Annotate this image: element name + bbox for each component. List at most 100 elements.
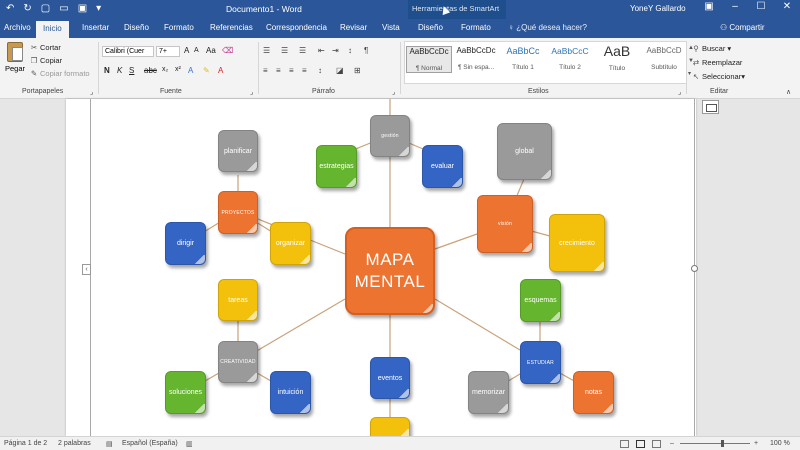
- language-indicator[interactable]: Español (España): [122, 440, 178, 447]
- font-color-icon[interactable]: A: [218, 66, 223, 75]
- style-title[interactable]: AaB Título: [594, 43, 640, 72]
- paste-button[interactable]: Pegar: [4, 42, 26, 73]
- grow-font-icon[interactable]: A: [184, 46, 189, 55]
- new-document-icon[interactable]: ▢: [41, 3, 50, 14]
- tab-revisar[interactable]: Revisar: [340, 23, 367, 32]
- cut-button[interactable]: ✂ Cortar: [30, 43, 61, 52]
- font-size-combo[interactable]: 7+: [156, 46, 180, 57]
- node-proyectos[interactable]: PROYECTOS: [218, 191, 258, 234]
- text-effects-icon[interactable]: A: [188, 66, 193, 75]
- clear-formatting-icon[interactable]: ⌫: [222, 46, 233, 55]
- strikethrough-icon[interactable]: abc: [144, 66, 157, 75]
- underline-icon[interactable]: S: [129, 66, 134, 75]
- share-button[interactable]: ⚇ Compartir: [720, 23, 765, 32]
- highlight-icon[interactable]: ✎: [203, 66, 210, 75]
- line-spacing-icon[interactable]: ↕: [318, 66, 322, 75]
- decrease-indent-icon[interactable]: ⇤: [318, 46, 325, 55]
- tab-inicio[interactable]: Inicio: [36, 21, 69, 38]
- borders-icon[interactable]: ⊞: [354, 66, 361, 75]
- close-icon[interactable]: ✕: [774, 1, 800, 12]
- bold-icon[interactable]: N: [104, 66, 110, 75]
- tab-archivo[interactable]: Archivo: [4, 23, 31, 32]
- tab-formato[interactable]: Formato: [164, 23, 194, 32]
- numbering-icon[interactable]: ☰: [281, 46, 288, 55]
- tab-smartart-formato[interactable]: Formato: [461, 23, 491, 32]
- show-formatting-icon[interactable]: ¶: [364, 46, 368, 55]
- align-right-icon[interactable]: ≡: [289, 66, 294, 75]
- copy-button[interactable]: ❐ Copiar: [30, 56, 62, 65]
- node-notas[interactable]: notas: [573, 371, 614, 414]
- node-estudiar[interactable]: ESTUDIAR: [520, 341, 561, 384]
- tab-smartart-diseno[interactable]: Diseño: [418, 23, 443, 32]
- zoom-slider[interactable]: [680, 443, 750, 444]
- node-memorizar[interactable]: memorizar: [468, 371, 509, 414]
- zoom-in-icon[interactable]: +: [754, 440, 758, 447]
- font-name-combo[interactable]: Calibri (Cuer: [102, 46, 154, 57]
- undo-icon[interactable]: ↶: [6, 3, 14, 14]
- tab-diseno[interactable]: Diseño: [124, 23, 149, 32]
- bullets-icon[interactable]: ☰: [263, 46, 270, 55]
- change-case-icon[interactable]: Aa: [206, 46, 216, 55]
- node-tareas[interactable]: tareas: [218, 279, 258, 321]
- layout-options-icon[interactable]: [702, 100, 719, 114]
- mindmap-center[interactable]: MAPA MENTAL: [345, 227, 435, 315]
- node-intuicion[interactable]: intuición: [270, 371, 311, 414]
- tell-me-box[interactable]: ♀ ¿Qué desea hacer?: [508, 23, 587, 32]
- tab-correspondencia[interactable]: Correspondencia: [266, 23, 327, 32]
- shading-icon[interactable]: ◪: [336, 66, 344, 75]
- zoom-level[interactable]: 100 %: [770, 440, 790, 447]
- node-dirigir[interactable]: dirigir: [165, 222, 206, 265]
- node-vision[interactable]: visión: [477, 195, 533, 253]
- maximize-icon[interactable]: ☐: [748, 1, 774, 12]
- macro-icon[interactable]: ▥: [186, 440, 193, 448]
- collapse-ribbon-icon[interactable]: ∧: [786, 88, 791, 96]
- open-folder-icon[interactable]: ▭: [59, 3, 68, 14]
- node-estrategias[interactable]: estrategias: [316, 145, 357, 188]
- save-icon[interactable]: ▣: [78, 3, 87, 14]
- zoom-slider-thumb[interactable]: [721, 440, 724, 447]
- read-mode-icon[interactable]: [620, 440, 629, 448]
- shrink-font-icon[interactable]: A: [194, 47, 199, 54]
- font-launcher-icon[interactable]: ⌟: [250, 88, 253, 96]
- align-center-icon[interactable]: ≡: [276, 66, 281, 75]
- find-button[interactable]: ⚲ Buscar ▾: [692, 44, 731, 53]
- customize-toolbar-icon[interactable]: ▾: [96, 3, 101, 14]
- style-normal[interactable]: AaBbCcDc ¶ Normal: [406, 46, 452, 73]
- superscript-icon[interactable]: x²: [175, 66, 181, 73]
- select-button[interactable]: ↖ Seleccionar▾: [692, 72, 745, 81]
- tab-insertar[interactable]: Insertar: [82, 23, 109, 32]
- tab-vista[interactable]: Vista: [382, 23, 400, 32]
- style-heading-2[interactable]: AaBbCcC Título 2: [547, 46, 593, 71]
- node-eventos[interactable]: eventos: [370, 357, 410, 399]
- tab-referencias[interactable]: Referencias: [210, 23, 253, 32]
- format-painter-button[interactable]: ✎ Copiar formato: [30, 69, 90, 78]
- node-gestion[interactable]: gestión: [370, 115, 410, 157]
- word-count[interactable]: 2 palabras: [58, 440, 91, 447]
- align-left-icon[interactable]: ≡: [263, 66, 268, 75]
- resize-handle-right[interactable]: [691, 265, 698, 272]
- node-organizar[interactable]: organizar: [270, 222, 311, 265]
- minimize-icon[interactable]: –: [722, 1, 748, 12]
- redo-icon[interactable]: ↻: [23, 3, 31, 14]
- style-heading-1[interactable]: AaBbCc Título 1: [500, 46, 546, 71]
- node-soluciones[interactable]: soluciones: [165, 371, 206, 414]
- clipboard-launcher-icon[interactable]: ⌟: [90, 88, 93, 96]
- subscript-icon[interactable]: x₂: [162, 66, 168, 73]
- sort-icon[interactable]: ↕: [348, 46, 352, 55]
- print-layout-icon[interactable]: [636, 440, 645, 448]
- style-subtitle[interactable]: AaBbCcD Subtítulo: [641, 46, 687, 71]
- user-name[interactable]: YoneY Gallardo: [630, 4, 686, 13]
- italic-icon[interactable]: K: [117, 66, 122, 75]
- proofing-icon[interactable]: ▤: [106, 440, 113, 448]
- node-global[interactable]: global: [497, 123, 552, 180]
- multilevel-list-icon[interactable]: ☰: [299, 46, 306, 55]
- styles-launcher-icon[interactable]: ⌟: [678, 88, 681, 96]
- replace-button[interactable]: ⇄ Reemplazar: [692, 58, 743, 67]
- style-no-spacing[interactable]: AaBbCcDc ¶ Sin espa...: [453, 46, 499, 71]
- ribbon-display-options-icon[interactable]: ▣: [696, 1, 722, 12]
- paragraph-launcher-icon[interactable]: ⌟: [392, 88, 395, 96]
- web-layout-icon[interactable]: [652, 440, 661, 448]
- zoom-out-icon[interactable]: –: [670, 440, 674, 447]
- node-creatividad[interactable]: CREATIVIDAD: [218, 341, 258, 383]
- page-count[interactable]: Página 1 de 2: [4, 440, 47, 447]
